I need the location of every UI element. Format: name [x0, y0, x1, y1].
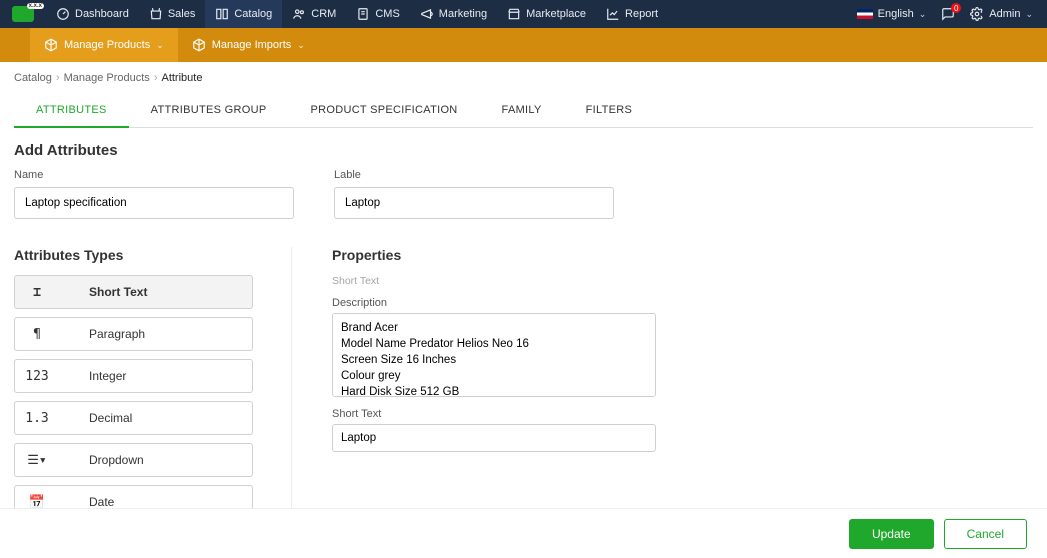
- type-label: Dropdown: [59, 453, 252, 467]
- language-label: English: [878, 8, 914, 20]
- chart-icon: [606, 7, 620, 21]
- admin-menu[interactable]: Admin ⌄: [970, 7, 1033, 21]
- type-integer[interactable]: 123Integer: [14, 359, 253, 393]
- users-icon: [292, 7, 306, 21]
- type-label: Short Text: [59, 285, 252, 299]
- submenu-label: Manage Imports: [212, 39, 291, 51]
- type-label: Integer: [59, 369, 252, 383]
- type-dropdown[interactable]: ☰▾Dropdown: [14, 443, 253, 477]
- name-label: Name: [14, 169, 294, 181]
- types-heading: Attributes Types: [14, 247, 253, 263]
- nav-dashboard[interactable]: Dashboard: [46, 0, 139, 28]
- nav-sales[interactable]: Sales: [139, 0, 206, 28]
- chevron-right-icon: ›: [154, 72, 158, 84]
- tab-product-specification[interactable]: PRODUCT SPECIFICATION: [288, 94, 479, 127]
- submenu-label: Manage Products: [64, 39, 150, 51]
- uk-flag-icon: [857, 9, 873, 19]
- top-navbar: x.x.x Dashboard Sales Catalog CRM CMS Marketi…: [0, 0, 1047, 28]
- short-text-label: Short Text: [332, 408, 1033, 420]
- brand-logo[interactable]: x.x.x: [0, 0, 46, 28]
- tab-bar: ATTRIBUTESATTRIBUTES GROUPPRODUCT SPECIF…: [14, 94, 1033, 128]
- type-integer-icon: 123: [15, 369, 59, 384]
- properties-heading: Properties: [332, 247, 1033, 263]
- lable-label: Lable: [334, 169, 614, 181]
- nav-marketplace[interactable]: Marketplace: [497, 0, 596, 28]
- cube-icon: [192, 38, 206, 52]
- nav-label: Marketing: [439, 8, 487, 20]
- notification-badge: 0: [951, 3, 961, 13]
- description-textarea[interactable]: [332, 313, 656, 397]
- submenu-manage-products[interactable]: Manage Products ⌄: [30, 28, 178, 62]
- breadcrumb-item: Attribute: [161, 72, 202, 84]
- footer-actions: Update Cancel: [0, 508, 1047, 558]
- chevron-right-icon: ›: [56, 72, 60, 84]
- tab-attributes[interactable]: ATTRIBUTES: [14, 94, 129, 128]
- submenu-manage-imports[interactable]: Manage Imports ⌄: [178, 28, 319, 62]
- version-badge: x.x.x: [27, 3, 44, 9]
- type-dropdown-icon: ☰▾: [15, 453, 59, 468]
- nav-catalog[interactable]: Catalog: [205, 0, 282, 28]
- gear-icon: [970, 7, 984, 21]
- description-label: Description: [332, 297, 1033, 309]
- cube-icon: [44, 38, 58, 52]
- notification-button[interactable]: 0: [940, 7, 956, 21]
- nav-marketing[interactable]: Marketing: [410, 0, 497, 28]
- nav-crm[interactable]: CRM: [282, 0, 346, 28]
- tab-family[interactable]: FAMILY: [480, 94, 564, 127]
- nav-label: Catalog: [234, 8, 272, 20]
- doc-icon: [356, 7, 370, 21]
- type-short-text-icon: ⌶: [15, 285, 59, 300]
- nav-label: Dashboard: [75, 8, 129, 20]
- breadcrumb-item[interactable]: Manage Products: [64, 72, 150, 84]
- nav-label: CRM: [311, 8, 336, 20]
- type-decimal-icon: 1.3: [15, 411, 59, 426]
- nav-label: Marketplace: [526, 8, 586, 20]
- tab-attributes-group[interactable]: ATTRIBUTES GROUP: [129, 94, 289, 127]
- nav-label: CMS: [375, 8, 399, 20]
- type-label: Paragraph: [59, 327, 252, 341]
- store-icon: [507, 7, 521, 21]
- chevron-down-icon: ⌄: [1025, 9, 1033, 20]
- nav-label: Sales: [168, 8, 196, 20]
- bag-icon: [149, 7, 163, 21]
- nav-label: Report: [625, 8, 658, 20]
- tab-filters[interactable]: FILTERS: [564, 94, 655, 127]
- catalog-submenu: Manage Products ⌄ Manage Imports ⌄: [0, 28, 1047, 62]
- update-button[interactable]: Update: [849, 519, 934, 549]
- nav-cms[interactable]: CMS: [346, 0, 409, 28]
- type-label: Decimal: [59, 411, 252, 425]
- short-text-input[interactable]: [332, 424, 656, 452]
- language-switcher[interactable]: English ⌄: [857, 8, 927, 20]
- book-icon: [215, 7, 229, 21]
- page-title: Add Attributes: [14, 142, 1033, 159]
- chevron-down-icon: ⌄: [919, 9, 927, 20]
- type-paragraph[interactable]: ¶Paragraph: [14, 317, 253, 351]
- name-input[interactable]: [14, 187, 294, 219]
- type-label: Date: [59, 495, 252, 509]
- admin-label: Admin: [989, 8, 1020, 20]
- type-paragraph-icon: ¶: [15, 327, 59, 342]
- breadcrumb: Catalog›Manage Products›Attribute: [0, 62, 1047, 94]
- lable-input[interactable]: [334, 187, 614, 219]
- dashboard-icon: [56, 7, 70, 21]
- megaphone-icon: [420, 7, 434, 21]
- properties-subtype: Short Text: [332, 275, 1033, 287]
- chevron-down-icon: ⌄: [156, 40, 164, 51]
- cancel-button[interactable]: Cancel: [944, 519, 1027, 549]
- nav-report[interactable]: Report: [596, 0, 668, 28]
- chevron-down-icon: ⌄: [297, 40, 305, 51]
- type-short-text[interactable]: ⌶Short Text: [14, 275, 253, 309]
- type-decimal[interactable]: 1.3Decimal: [14, 401, 253, 435]
- breadcrumb-item[interactable]: Catalog: [14, 72, 52, 84]
